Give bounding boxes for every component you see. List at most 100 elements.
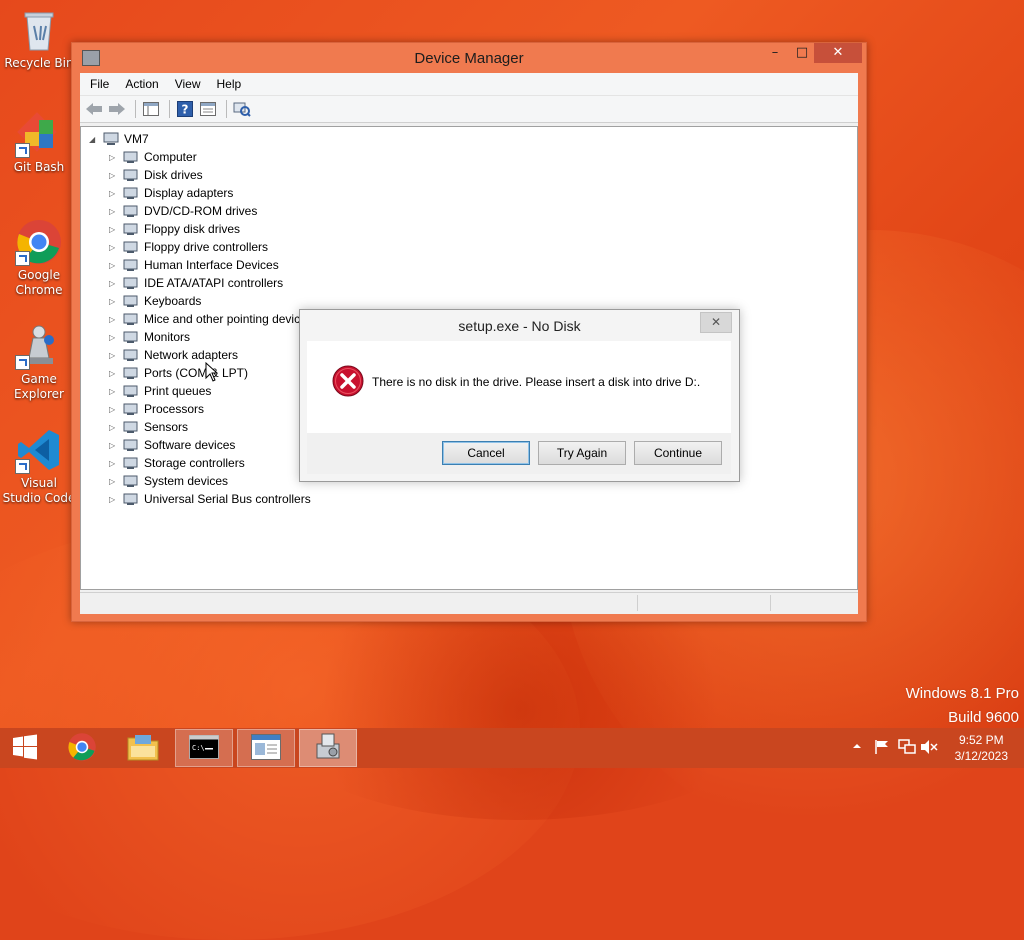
desktop-icon-visual-studio-code[interactable]: Visual Studio Code bbox=[2, 426, 76, 506]
desktop-icon-game-explorer[interactable]: Game Explorer bbox=[2, 322, 76, 402]
desktop-icon-google-chrome[interactable]: Google Chrome bbox=[2, 218, 76, 298]
expand-arrow-icon[interactable]: ▷ bbox=[109, 423, 119, 432]
desktop-icon-git-bash[interactable]: Git Bash bbox=[2, 110, 76, 175]
tree-node-port[interactable]: ▷ Ports (COM & LPT) bbox=[109, 364, 248, 382]
tree-node-floppy[interactable]: ▷ Floppy disk drives bbox=[109, 220, 240, 238]
scan-hardware-icon[interactable] bbox=[232, 100, 252, 118]
minimize-button[interactable]: – bbox=[760, 43, 790, 63]
expand-arrow-icon[interactable]: ▷ bbox=[109, 279, 119, 288]
expand-arrow-icon[interactable]: ▷ bbox=[109, 189, 119, 198]
status-bar bbox=[80, 592, 858, 614]
cancel-button[interactable]: Cancel bbox=[442, 441, 530, 465]
tree-node-dvd[interactable]: ▷ DVD/CD-ROM drives bbox=[109, 202, 257, 220]
taskbar-device-manager-button[interactable] bbox=[299, 729, 357, 767]
menu-file[interactable]: File bbox=[82, 77, 117, 91]
tree-node-label: Sensors bbox=[144, 420, 189, 434]
taskbar-clock[interactable]: 9:52 PM 3/12/2023 bbox=[955, 732, 1008, 764]
tree-node-usb[interactable]: ▷ Universal Serial Bus controllers bbox=[109, 490, 311, 508]
tree-node-sensor[interactable]: ▷ Sensors bbox=[109, 418, 188, 436]
disk-icon bbox=[123, 168, 139, 182]
continue-button[interactable]: Continue bbox=[634, 441, 722, 465]
menu-action[interactable]: Action bbox=[117, 77, 166, 91]
taskbar-file-explorer-button[interactable] bbox=[114, 729, 172, 767]
tree-node-mouse[interactable]: ▷ Mice and other pointing devic bbox=[109, 310, 300, 328]
taskbar-chrome-button[interactable] bbox=[53, 729, 111, 767]
help-icon[interactable]: ? bbox=[175, 100, 195, 118]
collapse-arrow-icon[interactable]: ◢ bbox=[89, 135, 99, 144]
expand-arrow-icon[interactable]: ▷ bbox=[109, 333, 119, 342]
tree-node-display[interactable]: ▷ Display adapters bbox=[109, 184, 233, 202]
forward-icon[interactable] bbox=[107, 100, 127, 118]
tree-node-label: Print queues bbox=[144, 384, 212, 398]
expand-arrow-icon[interactable]: ▷ bbox=[109, 171, 119, 180]
expand-arrow-icon[interactable]: ▷ bbox=[109, 387, 119, 396]
start-button[interactable] bbox=[0, 729, 50, 767]
svg-text:?: ? bbox=[182, 103, 189, 117]
tree-node-printer[interactable]: ▷ Print queues bbox=[109, 382, 211, 400]
shortcut-arrow-icon bbox=[15, 355, 30, 370]
expand-arrow-icon[interactable]: ▷ bbox=[109, 153, 119, 162]
expand-arrow-icon[interactable]: ▷ bbox=[109, 369, 119, 378]
tree-node-processor[interactable]: ▷ Processors bbox=[109, 400, 204, 418]
tree-node-ide[interactable]: ▷ IDE ATA/ATAPI controllers bbox=[109, 274, 283, 292]
expand-arrow-icon[interactable]: ▷ bbox=[109, 405, 119, 414]
expand-arrow-icon[interactable]: ▷ bbox=[109, 441, 119, 450]
tree-node-keyboard[interactable]: ▷ Keyboards bbox=[109, 292, 201, 310]
tree-node-network[interactable]: ▷ Network adapters bbox=[109, 346, 238, 364]
tree-node-floppy-ctrl[interactable]: ▷ Floppy drive controllers bbox=[109, 238, 268, 256]
expand-arrow-icon[interactable]: ▷ bbox=[109, 315, 119, 324]
network-icon bbox=[123, 348, 139, 362]
desktop-icon-recycle-bin[interactable]: Recycle Bin bbox=[2, 6, 76, 71]
system-tray bbox=[850, 728, 938, 768]
generic-window-icon bbox=[251, 733, 281, 763]
sensor-icon bbox=[123, 420, 139, 434]
keyboard-icon bbox=[123, 294, 139, 308]
tree-node-label: Display adapters bbox=[144, 186, 234, 200]
expand-arrow-icon[interactable]: ▷ bbox=[109, 207, 119, 216]
volume-muted-icon[interactable] bbox=[920, 739, 938, 758]
expand-arrow-icon[interactable]: ▷ bbox=[109, 243, 119, 252]
maximize-button[interactable]: □ bbox=[787, 43, 817, 63]
expand-arrow-icon[interactable]: ▷ bbox=[109, 261, 119, 270]
tree-node-disk[interactable]: ▷ Disk drives bbox=[109, 166, 203, 184]
dialog-title: setup.exe - No Disk bbox=[458, 318, 581, 334]
tree-node-label: DVD/CD-ROM drives bbox=[144, 204, 258, 218]
tree-node-software[interactable]: ▷ Software devices bbox=[109, 436, 235, 454]
tree-node-hid[interactable]: ▷ Human Interface Devices bbox=[109, 256, 279, 274]
expand-arrow-icon[interactable]: ▷ bbox=[109, 351, 119, 360]
expand-arrow-icon[interactable]: ▷ bbox=[109, 225, 119, 234]
tree-node-system[interactable]: ▷ System devices bbox=[109, 472, 228, 490]
taskbar-command-prompt-button[interactable]: C:\ bbox=[175, 729, 233, 767]
floppy-icon bbox=[123, 222, 139, 236]
close-button[interactable]: ✕ bbox=[814, 43, 862, 63]
tree-node-label: System devices bbox=[144, 474, 229, 488]
menu-view[interactable]: View bbox=[167, 77, 209, 91]
window-title: Device Manager bbox=[414, 50, 524, 67]
tree-node-label: Network adapters bbox=[144, 348, 239, 362]
dialog-close-button[interactable]: ✕ bbox=[700, 312, 732, 333]
expand-arrow-icon[interactable]: ▷ bbox=[109, 297, 119, 306]
show-hide-console-tree-icon[interactable] bbox=[141, 100, 161, 118]
port-icon bbox=[123, 366, 139, 380]
tree-node-monitor[interactable]: ▷ Monitors bbox=[109, 328, 190, 346]
expand-arrow-icon[interactable]: ▷ bbox=[109, 459, 119, 468]
expand-arrow-icon[interactable]: ▷ bbox=[109, 495, 119, 504]
tree-root-node[interactable]: ◢ VM7 bbox=[89, 130, 149, 148]
tree-node-storage[interactable]: ▷ Storage controllers bbox=[109, 454, 245, 472]
window-title-bar[interactable]: Device Manager – □ ✕ bbox=[72, 43, 866, 73]
taskbar-window-button[interactable] bbox=[237, 729, 295, 767]
tree-node-computer[interactable]: ▷ Computer bbox=[109, 148, 197, 166]
show-hidden-icons-icon[interactable] bbox=[852, 740, 862, 754]
game-explorer-icon bbox=[15, 322, 63, 370]
properties-icon[interactable] bbox=[198, 100, 218, 118]
menu-help[interactable]: Help bbox=[209, 77, 250, 91]
try-again-button[interactable]: Try Again bbox=[538, 441, 626, 465]
tree-node-label: Computer bbox=[144, 150, 197, 164]
back-icon[interactable] bbox=[84, 100, 104, 118]
display-icon bbox=[123, 186, 139, 200]
action-center-flag-icon[interactable] bbox=[874, 739, 890, 758]
expand-arrow-icon[interactable]: ▷ bbox=[109, 477, 119, 486]
dialog-title-bar[interactable]: setup.exe - No Disk ✕ bbox=[300, 310, 739, 340]
network-icon[interactable] bbox=[898, 739, 916, 758]
hid-icon bbox=[123, 258, 139, 272]
